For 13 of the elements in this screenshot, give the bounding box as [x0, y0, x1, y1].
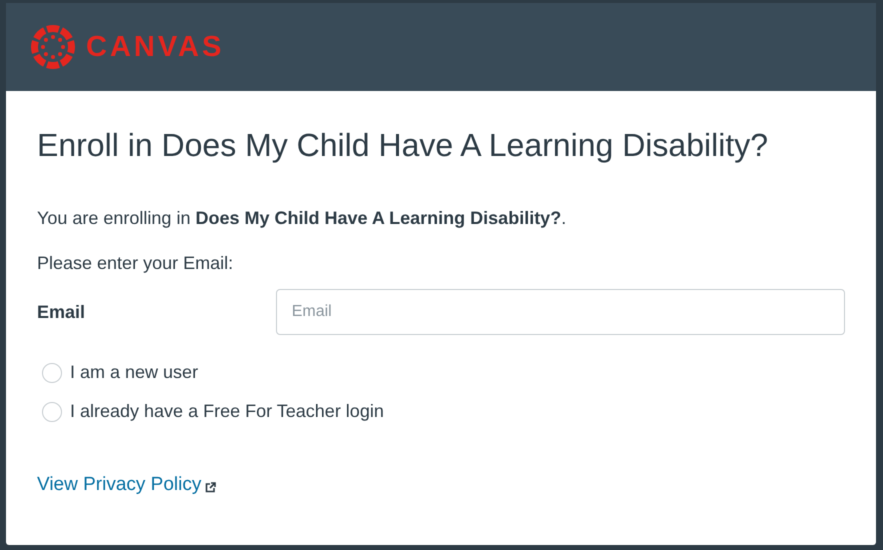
intro-text: You are enrolling in Does My Child Have A Learning Disability?. [37, 207, 568, 230]
radio-button[interactable] [42, 402, 62, 422]
logo-icon [30, 24, 76, 70]
privacy-link[interactable]: View Privacy Policy [37, 471, 202, 500]
field-label: Email [37, 300, 86, 324]
radio-label: I am a new user [70, 361, 198, 384]
logo-text: CANVAS [86, 32, 224, 62]
email-field[interactable]: Email [276, 289, 845, 335]
radio-label: I already have a Free For Teacher login [70, 400, 384, 423]
radio-button[interactable] [42, 362, 62, 382]
external-link-icon [205, 482, 216, 493]
prompt-text: Please enter your Email: [37, 252, 234, 275]
page-title: Enroll in Does My Child Have A Learning Disability? [37, 126, 770, 165]
